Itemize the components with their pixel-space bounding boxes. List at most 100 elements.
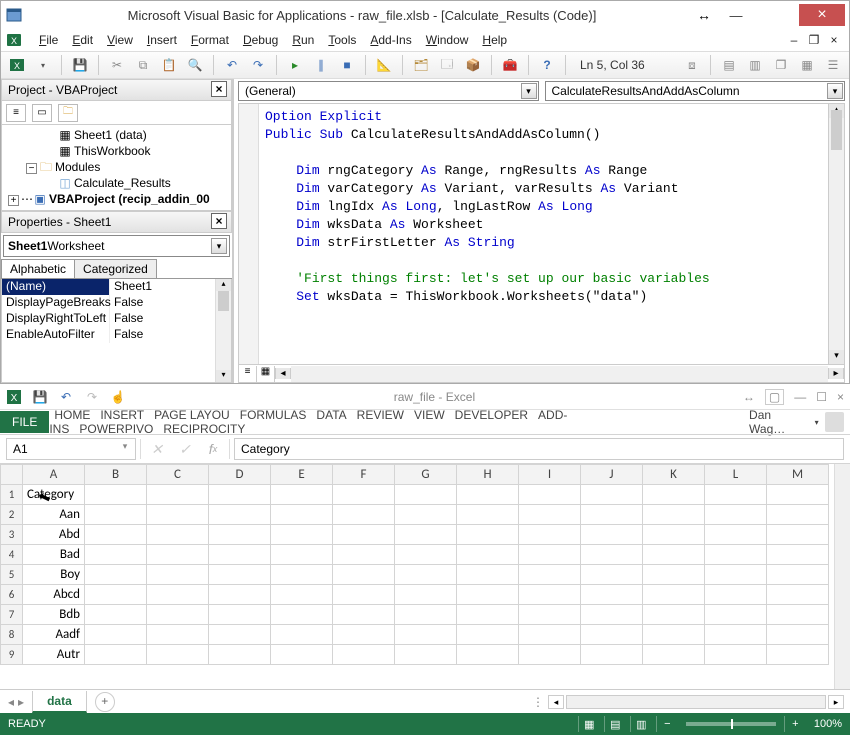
property-row[interactable]: (Name)Sheet1	[2, 279, 215, 295]
design-mode-icon[interactable]: 📐	[374, 55, 394, 75]
grid-cell[interactable]	[519, 525, 581, 545]
grid-cell[interactable]	[581, 625, 643, 645]
window-list-icon[interactable]: ☰	[823, 55, 843, 75]
row-header[interactable]: 1	[1, 485, 23, 505]
vbe-titlebar[interactable]: Microsoft Visual Basic for Applications …	[1, 1, 849, 29]
grid-cell[interactable]	[333, 505, 395, 525]
copy-icon[interactable]: ⧉	[133, 55, 153, 75]
grid-cell[interactable]: Aadf	[23, 625, 85, 645]
grid-cell[interactable]	[209, 485, 271, 505]
object-browser-icon[interactable]: 📦	[463, 55, 483, 75]
grid-cell[interactable]	[519, 505, 581, 525]
sheet-horizontal-scrollbar[interactable]: ⋮ ◂▸	[115, 695, 850, 709]
grid-cell[interactable]	[147, 645, 209, 665]
grid-cell[interactable]	[209, 545, 271, 565]
redo-icon[interactable]: ↷	[84, 389, 100, 405]
grid-cell[interactable]	[705, 565, 767, 585]
grid-cell[interactable]	[85, 505, 147, 525]
grid-cell[interactable]	[85, 645, 147, 665]
toolbox-icon[interactable]: 🧰	[500, 55, 520, 75]
grid-cell[interactable]	[457, 565, 519, 585]
grid-cell[interactable]	[395, 485, 457, 505]
save-icon[interactable]: 💾	[70, 55, 90, 75]
grid-cell[interactable]	[147, 545, 209, 565]
grid-cell[interactable]	[767, 605, 829, 625]
zoom-in-icon[interactable]: +	[784, 716, 806, 732]
grid-cell[interactable]	[85, 485, 147, 505]
sheet-nav-last-icon[interactable]: ▸	[18, 695, 24, 709]
grid-cell[interactable]	[333, 525, 395, 545]
run-icon[interactable]: ▸	[285, 55, 305, 75]
properties-window-icon[interactable]: 🗔	[437, 55, 457, 75]
tile-v-icon[interactable]: ▥	[745, 55, 765, 75]
redo-icon[interactable]: ↷	[248, 55, 268, 75]
view-excel-icon[interactable]: X	[7, 55, 27, 75]
page-layout-view-icon[interactable]: ▤	[604, 716, 626, 732]
properties-tab-categorized[interactable]: Categorized	[74, 259, 157, 278]
grid-cell[interactable]	[271, 605, 333, 625]
grid-cell[interactable]	[395, 605, 457, 625]
excel-app-icon[interactable]: X	[6, 389, 22, 405]
row-header[interactable]: 7	[1, 605, 23, 625]
page-break-view-icon[interactable]: ▥	[630, 716, 652, 732]
grid-cell[interactable]	[581, 505, 643, 525]
paste-icon[interactable]: 📋	[159, 55, 179, 75]
doc-restore-icon[interactable]: ❐	[807, 33, 821, 47]
grid-cell[interactable]	[209, 525, 271, 545]
ribbon-tab-review[interactable]: REVIEW	[352, 404, 409, 426]
zoom-slider[interactable]	[686, 722, 776, 726]
row-header[interactable]: 4	[1, 545, 23, 565]
procedure-view-icon[interactable]: ≡	[239, 366, 257, 382]
grid-cell[interactable]	[209, 645, 271, 665]
menu-insert[interactable]: Insert	[147, 33, 177, 47]
tree-node-module[interactable]: ◫Calculate_Results	[8, 175, 229, 191]
find-icon[interactable]: 🔍	[185, 55, 205, 75]
grid-cell[interactable]	[581, 585, 643, 605]
project-tree[interactable]: ▦Sheet1 (data) ▦ThisWorkbook −🗀Modules ◫…	[1, 125, 232, 211]
grid-cell[interactable]	[643, 525, 705, 545]
tree-node-modules-folder[interactable]: −🗀Modules	[8, 159, 229, 175]
grid-cell[interactable]	[85, 525, 147, 545]
project-explorer-icon[interactable]: 🗂	[411, 55, 431, 75]
grid-cell[interactable]	[643, 645, 705, 665]
code-editor[interactable]: Option Explicit Public Sub CalculateResu…	[259, 104, 828, 364]
grid-cell[interactable]	[395, 645, 457, 665]
select-all-corner[interactable]	[1, 465, 23, 485]
menu-tools[interactable]: Tools	[328, 33, 356, 47]
grid-cell[interactable]	[705, 545, 767, 565]
properties-close-icon[interactable]: ×	[211, 213, 227, 229]
grid-cell[interactable]	[333, 625, 395, 645]
grid-cell[interactable]	[705, 505, 767, 525]
grid-cell[interactable]	[705, 605, 767, 625]
grid-cell[interactable]	[85, 605, 147, 625]
tree-node-sheet[interactable]: ▦Sheet1 (data)	[8, 127, 229, 143]
menu-view[interactable]: View	[107, 33, 133, 47]
account-area[interactable]: Dan Wag…▾	[749, 408, 850, 436]
grid-cell[interactable]	[457, 505, 519, 525]
grid-cell[interactable]	[333, 565, 395, 585]
chevron-down-icon[interactable]: ▾	[827, 83, 843, 99]
grid-cell[interactable]	[519, 565, 581, 585]
grid-cell[interactable]: Bad	[23, 545, 85, 565]
row-header[interactable]: 6	[1, 585, 23, 605]
grid-cell[interactable]: Aan	[23, 505, 85, 525]
vbe-minimize-button[interactable]: —	[715, 4, 757, 26]
cascade-icon[interactable]: ❐	[771, 55, 791, 75]
grid-cell[interactable]	[705, 625, 767, 645]
properties-grid[interactable]: (Name)Sheet1DisplayPageBreaksFalseDispla…	[1, 279, 232, 383]
grid-cell[interactable]	[147, 605, 209, 625]
column-header[interactable]: F	[333, 465, 395, 485]
grid-cell[interactable]	[271, 525, 333, 545]
ribbon-tab-data[interactable]: DATA	[311, 404, 351, 426]
code-object-combo[interactable]: (General) ▾	[238, 81, 539, 101]
insert-function-icon[interactable]: fx	[201, 438, 225, 460]
ribbon-display-options-icon[interactable]: ▢	[765, 389, 784, 405]
grid-cell[interactable]	[457, 645, 519, 665]
vbe-maximize-button[interactable]	[757, 4, 799, 26]
property-row[interactable]: EnableAutoFilterFalse	[2, 327, 215, 343]
grid-cell[interactable]	[85, 625, 147, 645]
properties-pane-title[interactable]: Properties - Sheet1 ×	[1, 211, 232, 233]
project-explorer-close-icon[interactable]: ×	[211, 81, 227, 97]
grid-cell[interactable]	[643, 585, 705, 605]
grid-cell[interactable]	[519, 625, 581, 645]
